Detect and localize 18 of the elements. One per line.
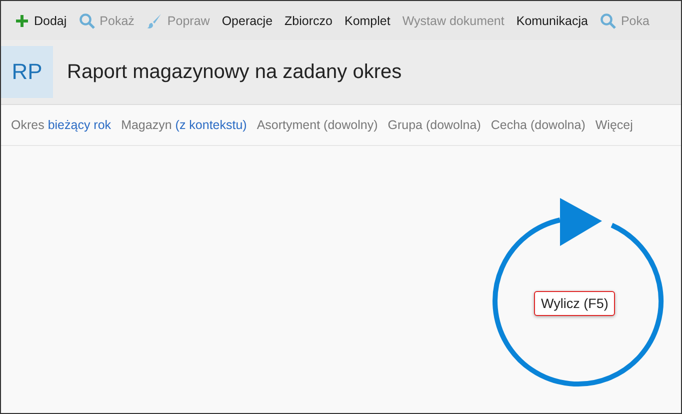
toolbar-button[interactable]: Operacje bbox=[216, 14, 279, 28]
filter-link[interactable]: Cecha (dowolna) bbox=[490, 118, 586, 132]
report-badge: RP bbox=[1, 46, 53, 98]
filter-link[interactable]: Grupa (dowolna) bbox=[388, 118, 481, 132]
filter-link[interactable]: Magazyn (z kontekstu) bbox=[121, 118, 247, 132]
filter-link[interactable]: Okres bieżący rok bbox=[11, 118, 112, 132]
toolbar-button[interactable]: Dodaj bbox=[9, 14, 73, 28]
toolbar-button[interactable]: Komplet bbox=[338, 14, 396, 28]
brush-icon bbox=[146, 12, 162, 28]
search-icon bbox=[600, 12, 616, 28]
calculate-button[interactable]: Wylicz (F5) bbox=[534, 291, 616, 316]
plus-icon bbox=[15, 14, 29, 28]
filter-link[interactable]: Więcej bbox=[595, 118, 633, 132]
search-icon bbox=[78, 12, 95, 28]
toolbar-button[interactable]: Zbiorczo bbox=[278, 14, 338, 28]
report-title: Raport magazynowy na zadany okres bbox=[67, 60, 402, 84]
filter-link[interactable]: Asortyment (dowolny) bbox=[256, 118, 378, 132]
toolbar-button[interactable]: Komunikacja bbox=[510, 14, 594, 28]
